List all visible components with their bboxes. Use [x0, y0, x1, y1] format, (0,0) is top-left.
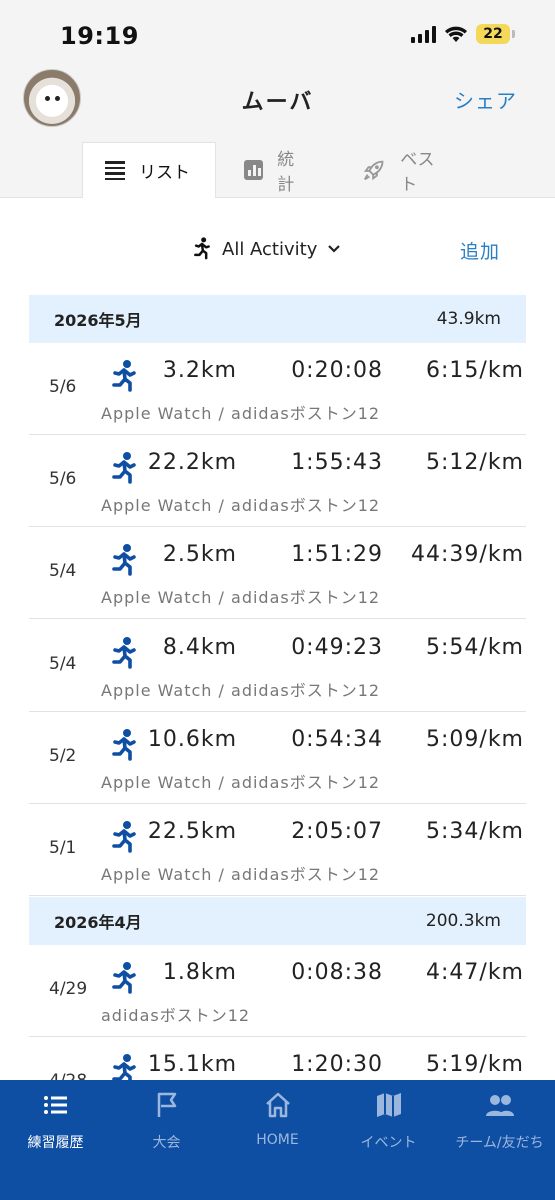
activity-distance: 22.2km [147, 450, 237, 475]
signal-icon [411, 25, 436, 43]
nav-label: イベント [360, 1135, 417, 1151]
activity-pace: 44:39/km [411, 542, 524, 567]
battery-level: 22 [476, 24, 510, 44]
nav-history[interactable]: 練習履歴 [0, 1080, 111, 1200]
activity-pace: 5:19/km [426, 1052, 524, 1077]
activity-gear: Apple Watch / adidasボストン12 [101, 773, 381, 792]
activity-pace: 6:15/km [426, 358, 524, 383]
activity-distance: 2.5km [162, 542, 237, 567]
runner-icon [194, 237, 210, 260]
tab-list-label: リスト [139, 163, 190, 183]
wifi-icon [445, 26, 467, 42]
status-icons: 22 [411, 24, 515, 44]
activity-gear: Apple Watch / adidasボストン12 [101, 588, 381, 607]
list-icon [43, 1096, 67, 1114]
activity-row[interactable]: 5/6 3.2km 0:20:08 6:15/km Apple Watch / adid… [29, 343, 526, 435]
activity-gear: Apple Watch / adidasボストン12 [101, 865, 381, 884]
activity-date: 5/2 [49, 746, 77, 766]
nav-team[interactable]: チーム/友だち [444, 1080, 555, 1200]
people-icon [485, 1095, 514, 1116]
activity-duration: 1:55:43 [291, 450, 383, 475]
activity-date: 5/4 [49, 654, 77, 674]
activity-gear: Apple Watch / adidasボストン12 [101, 681, 381, 700]
map-icon [376, 1093, 401, 1117]
nav-events[interactable]: イベント [333, 1080, 444, 1200]
activity-distance: 22.5km [147, 819, 237, 844]
month-header: 2026年4月 200.3km [29, 897, 526, 945]
runner-icon [111, 961, 137, 995]
tab-stats[interactable]: 統計 [222, 142, 332, 198]
home-icon [265, 1092, 290, 1118]
activity-duration: 0:20:08 [291, 358, 383, 383]
activity-distance: 8.4km [162, 635, 237, 660]
chevron-down-icon [328, 245, 341, 253]
activity-distance: 3.2km [162, 358, 237, 383]
view-tabs: リスト 統計 ベスト [0, 138, 555, 198]
activity-duration: 0:49:23 [291, 635, 383, 660]
runner-icon [111, 728, 137, 762]
status-time: 19:19 [60, 22, 139, 50]
activity-date: 5/6 [49, 469, 77, 489]
tab-stats-label: 統計 [277, 150, 295, 195]
activity-filter[interactable]: All Activity [192, 236, 341, 262]
month-total: 200.3km [425, 911, 501, 931]
activity-gear: Apple Watch / adidasボストン12 [101, 496, 381, 515]
activity-row[interactable]: 5/6 22.2km 1:55:43 5:12/km Apple Watch / adi… [29, 435, 526, 527]
month-label: 2026年5月 [54, 311, 142, 330]
nav-label: 大会 [152, 1135, 181, 1151]
activity-date: 5/6 [49, 377, 77, 397]
nav-races[interactable]: 大会 [111, 1080, 222, 1200]
month-header: 2026年5月 43.9km [29, 295, 526, 343]
battery-icon: 22 [476, 24, 515, 44]
activity-row[interactable]: 5/1 22.5km 2:05:07 5:34/km Apple Watch / adi… [29, 804, 526, 896]
activity-date: 5/1 [49, 838, 77, 858]
nav-label: チーム/友だち [455, 1135, 544, 1151]
activity-duration: 0:54:34 [291, 727, 383, 752]
activity-gear: Apple Watch / adidasボストン12 [101, 404, 381, 423]
nav-label: 練習履歴 [27, 1135, 84, 1151]
nav-home[interactable]: HOME [222, 1080, 333, 1200]
list-icon [105, 158, 125, 183]
activity-duration: 1:51:29 [291, 542, 383, 567]
tab-best[interactable]: ベスト [340, 142, 470, 198]
rocket-icon [363, 160, 384, 181]
activity-pace: 5:34/km [426, 819, 524, 844]
activity-distance: 1.8km [162, 960, 237, 985]
activity-date: 4/29 [49, 979, 88, 999]
bar-chart-icon [244, 160, 264, 180]
add-button[interactable]: 追加 [460, 237, 500, 264]
activity-distance: 15.1km [147, 1052, 237, 1077]
activity-distance: 10.6km [147, 727, 237, 752]
activity-gear: adidasボストン12 [101, 1006, 251, 1025]
activity-row[interactable]: 5/2 10.6km 0:54:34 5:09/km Apple Watch / adi… [29, 712, 526, 804]
activity-date: 5/4 [49, 561, 77, 581]
activity-pace: 5:12/km [426, 450, 524, 475]
month-label: 2026年4月 [54, 913, 142, 932]
runner-icon [111, 359, 137, 393]
activity-duration: 0:08:38 [291, 960, 383, 985]
bottom-nav: 練習履歴 大会 HOME イベント チーム/友だち [0, 1080, 555, 1200]
nav-label: HOME [256, 1132, 299, 1148]
activity-pace: 5:09/km [426, 727, 524, 752]
runner-icon [111, 543, 137, 577]
month-total: 43.9km [436, 309, 501, 329]
activity-duration: 1:20:30 [291, 1052, 383, 1077]
runner-icon [111, 451, 137, 485]
activity-row[interactable]: 5/4 2.5km 1:51:29 44:39/km Apple Watch / adi… [29, 527, 526, 619]
activity-row[interactable]: 4/29 1.8km 0:08:38 4:47/km adidasボストン12 [29, 945, 526, 1037]
tab-best-label: ベスト [400, 150, 435, 195]
activity-duration: 2:05:07 [291, 819, 383, 844]
activity-row[interactable]: 5/4 8.4km 0:49:23 5:54/km Apple Watch / adid… [29, 620, 526, 712]
flag-icon [157, 1092, 176, 1117]
share-button[interactable]: シェア [454, 85, 517, 114]
activity-pace: 5:54/km [426, 635, 524, 660]
tab-list[interactable]: リスト [82, 142, 216, 198]
status-bar: 19:19 22 [0, 0, 555, 60]
activity-pace: 4:47/km [426, 960, 524, 985]
app-header: ムーバ シェア [0, 60, 555, 138]
filter-label: All Activity [222, 238, 318, 260]
runner-icon [111, 636, 137, 670]
runner-icon [111, 820, 137, 854]
